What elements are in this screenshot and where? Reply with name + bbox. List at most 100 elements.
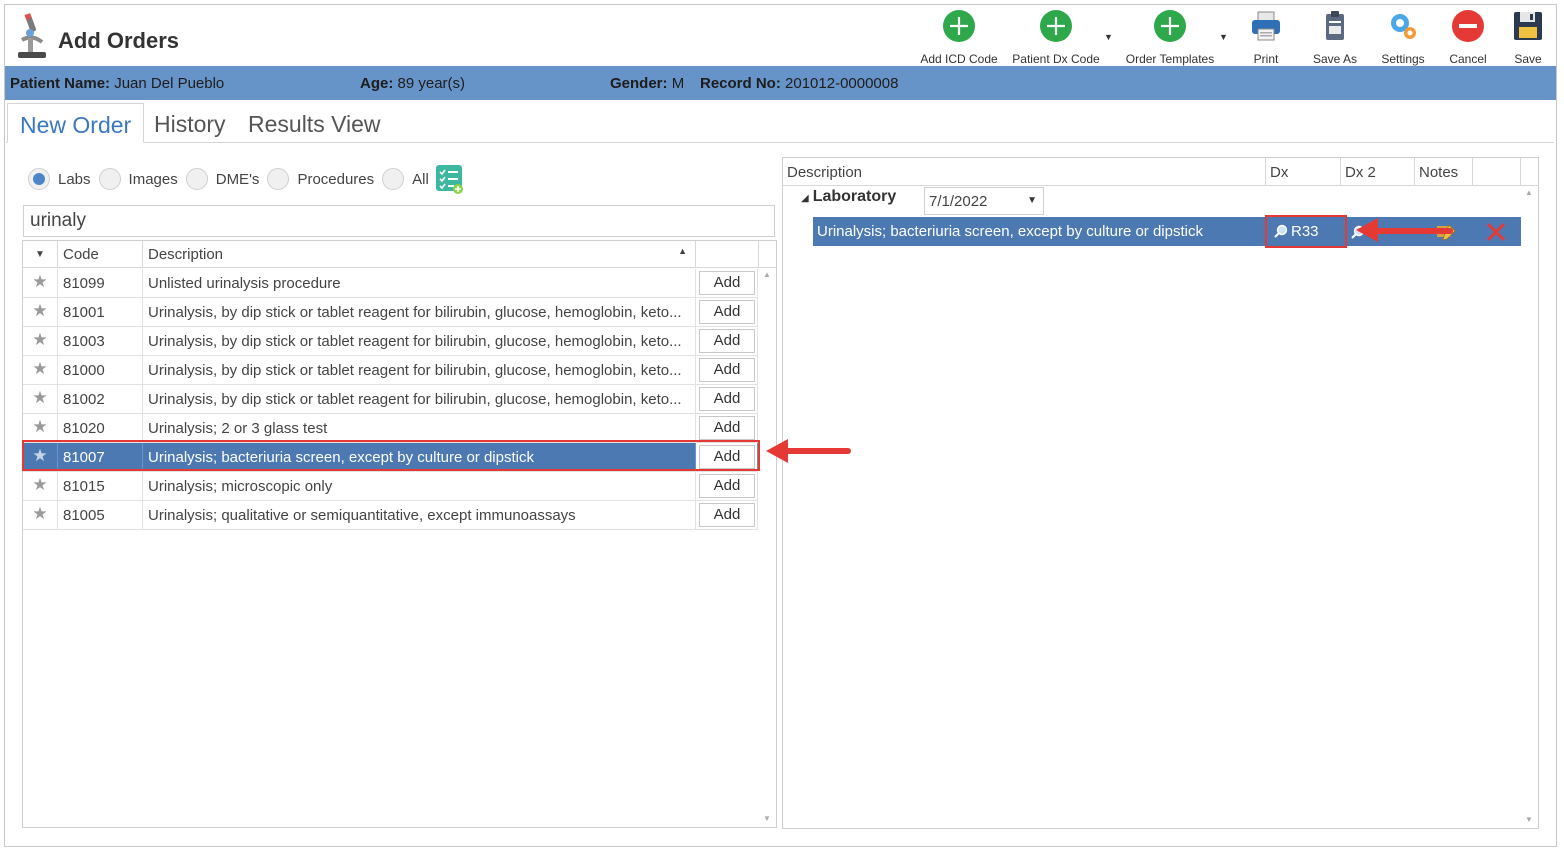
settings-button[interactable]: Settings <box>1376 8 1430 66</box>
favorite-star-icon[interactable]: ★ <box>23 356 58 384</box>
row-code: 81005 <box>58 501 143 529</box>
group-laboratory[interactable]: ◢ Laboratory <box>801 188 896 216</box>
patient-dx-code-button[interactable]: Patient Dx Code <box>1008 8 1104 66</box>
order-templates-button[interactable]: Order Templates <box>1122 8 1218 66</box>
cancel-button[interactable]: Cancel <box>1444 8 1492 66</box>
row-description: Urinalysis, by dip stick or tablet reage… <box>143 298 696 326</box>
order-templates-dropdown-icon[interactable]: ▼ <box>1219 32 1229 42</box>
add-icd-code-button[interactable]: Add ICD Code <box>917 8 1001 66</box>
left-grid-scrollbar[interactable]: ▲ ▼ <box>760 269 774 827</box>
row-code: 81020 <box>58 414 143 442</box>
favorite-star-icon[interactable]: ★ <box>23 443 58 471</box>
favorite-star-icon[interactable]: ★ <box>23 414 58 442</box>
table-row[interactable]: ★ 81099 Unlisted urinalysis procedure Add <box>23 269 758 298</box>
favorite-star-icon[interactable]: ★ <box>23 327 58 355</box>
row-code: 81015 <box>58 472 143 500</box>
search-icon[interactable] <box>1351 225 1365 239</box>
row-description: Urinalysis; 2 or 3 glass test <box>143 414 696 442</box>
scroll-down-icon[interactable]: ▼ <box>1523 814 1535 826</box>
search-icon <box>1274 224 1288 238</box>
scroll-up-icon[interactable]: ▲ <box>1523 187 1535 199</box>
table-row[interactable]: ★ 81003 Urinalysis, by dip stick or tablet… <box>23 327 758 356</box>
row-code: 81001 <box>58 298 143 326</box>
row-code: 81007 <box>58 443 143 471</box>
patient-gender: Gender: M <box>610 75 685 92</box>
notes-icon[interactable] <box>1435 223 1457 241</box>
order-grid-header: Description Dx Dx 2 Notes <box>783 158 1538 186</box>
procedure-code-grid: ▼ Code Description ▲ ★ 81099 Unlisted urina… <box>22 240 777 828</box>
collapse-caret-icon[interactable]: ◢ <box>801 193 809 204</box>
order-row[interactable]: Urinalysis; bacteriuria screen, except b… <box>813 217 1521 246</box>
printer-icon <box>1252 11 1280 41</box>
patient-dx-dropdown-icon[interactable]: ▼ <box>1104 32 1114 42</box>
save-as-button[interactable]: Save As <box>1308 8 1362 66</box>
radio-dot <box>382 168 405 190</box>
favorite-star-icon[interactable]: ★ <box>23 298 58 326</box>
radio-labs[interactable]: Labs <box>28 168 91 190</box>
radio-images[interactable]: Images <box>98 168 178 190</box>
floppy-disk-icon <box>1514 12 1542 40</box>
plus-circle-icon <box>1154 10 1186 42</box>
column-header-description[interactable]: Description <box>783 158 1266 186</box>
no-entry-icon <box>1452 10 1484 42</box>
radio-procedures[interactable]: Procedures <box>267 168 374 190</box>
add-button[interactable]: Add <box>699 416 755 440</box>
table-row[interactable]: ★ 81020 Urinalysis; 2 or 3 glass test Add <box>23 414 758 443</box>
favorite-star-icon[interactable]: ★ <box>23 385 58 413</box>
column-header-description[interactable]: Description ▲ <box>143 241 696 268</box>
sort-dropdown-icon[interactable]: ▼ <box>23 241 58 268</box>
order-type-filter: Labs Images DME's Procedures All <box>28 164 437 194</box>
favorite-star-icon[interactable]: ★ <box>23 501 58 529</box>
radio-dot <box>185 168 208 190</box>
add-button[interactable]: Add <box>699 329 755 353</box>
column-header-dx[interactable]: Dx <box>1266 158 1341 186</box>
column-header-code[interactable]: Code <box>58 241 143 268</box>
print-button[interactable]: Print <box>1240 8 1292 66</box>
row-description: Unlisted urinalysis procedure <box>143 269 696 297</box>
column-header-notes[interactable]: Notes <box>1415 158 1473 186</box>
table-row[interactable]: ★ 81002 Urinalysis, by dip stick or tablet… <box>23 385 758 414</box>
radio-dot <box>267 168 290 190</box>
add-button[interactable]: Add <box>699 300 755 324</box>
table-row[interactable]: ★ 81015 Urinalysis; microscopic only Add <box>23 472 758 501</box>
table-row[interactable]: ★ 81000 Urinalysis, by dip stick or tablet… <box>23 356 758 385</box>
column-header-actions <box>1473 158 1521 186</box>
favorite-star-icon[interactable]: ★ <box>23 269 58 297</box>
table-row[interactable]: ★ 81005 Urinalysis; qualitative or semiqua… <box>23 501 758 530</box>
tab-new-order[interactable]: New Order <box>7 103 145 143</box>
title-bar: Add Orders Add ICD Code Patient Dx Code … <box>4 4 1557 66</box>
row-description: Urinalysis; qualitative or semiquantitat… <box>143 501 696 529</box>
close-icon[interactable] <box>1486 222 1506 242</box>
add-button[interactable]: Add <box>699 358 755 382</box>
column-header-dx2[interactable]: Dx 2 <box>1341 158 1415 186</box>
patient-name: Patient Name: Juan Del Pueblo <box>10 75 225 92</box>
dx-code-cell[interactable]: R33 <box>1269 220 1339 244</box>
chevron-down-icon: ▼ <box>1027 195 1037 206</box>
add-button[interactable]: Add <box>699 445 755 469</box>
order-date-picker[interactable]: 7/1/2022 ▼ <box>924 187 1044 215</box>
tab-history[interactable]: History <box>142 103 238 143</box>
favorite-star-icon[interactable]: ★ <box>23 472 58 500</box>
row-code: 81099 <box>58 269 143 297</box>
patient-info-bar: Patient Name: Juan Del Pueblo Age: 89 ye… <box>5 66 1556 100</box>
patient-record-no: Record No: 201012-0000008 <box>700 75 899 92</box>
save-button[interactable]: Save <box>1506 8 1550 66</box>
tab-results-view[interactable]: Results View <box>236 103 393 143</box>
checklist-icon[interactable] <box>436 165 464 195</box>
row-description: Urinalysis, by dip stick or tablet reage… <box>143 327 696 355</box>
add-button[interactable]: Add <box>699 503 755 527</box>
table-row[interactable]: ★ 81007 Urinalysis; bacteriuria screen, ex… <box>23 443 758 472</box>
table-row[interactable]: ★ 81001 Urinalysis, by dip stick or tablet… <box>23 298 758 327</box>
row-description: Urinalysis; bacteriuria screen, except b… <box>143 443 696 471</box>
right-grid-scrollbar[interactable]: ▲ ▼ <box>1522 187 1536 828</box>
row-code: 81000 <box>58 356 143 384</box>
add-button[interactable]: Add <box>699 474 755 498</box>
add-button[interactable]: Add <box>699 387 755 411</box>
search-input[interactable] <box>23 205 775 237</box>
radio-dmes[interactable]: DME's <box>185 168 259 190</box>
add-button[interactable]: Add <box>699 271 755 295</box>
scroll-up-icon[interactable]: ▲ <box>761 269 773 281</box>
radio-all[interactable]: All <box>382 168 429 190</box>
scroll-down-icon[interactable]: ▼ <box>761 813 773 825</box>
patient-age: Age: 89 year(s) <box>360 75 466 92</box>
